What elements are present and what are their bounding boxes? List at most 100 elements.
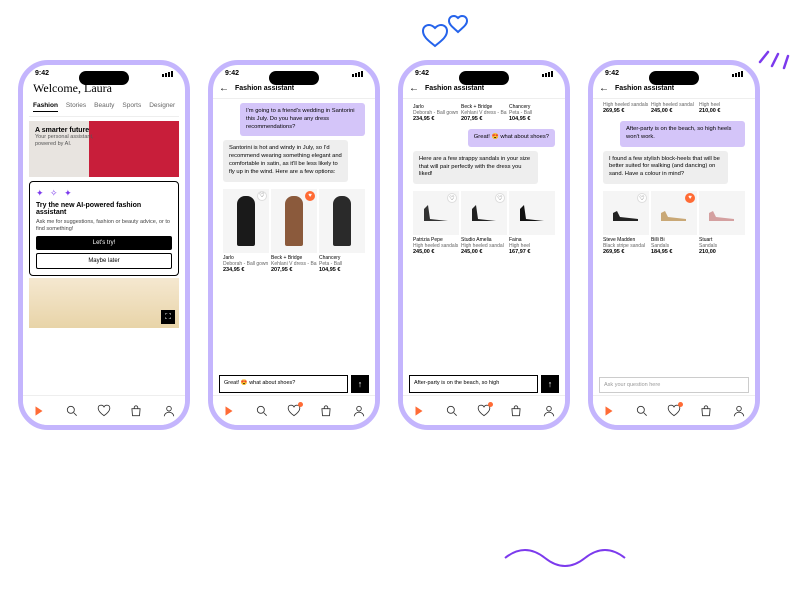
product-price: 104,95 € bbox=[319, 267, 365, 273]
phone-home: 9:42 Welcome, Laura Fashion Stories Beau… bbox=[18, 60, 190, 430]
tab-stories[interactable]: Stories bbox=[66, 102, 86, 112]
product-card[interactable]: High heeled sandal245,00 € bbox=[651, 102, 697, 114]
send-button[interactable]: ↑ bbox=[351, 375, 369, 393]
wishlist-icon[interactable] bbox=[477, 404, 491, 418]
product-image-bottles: ⛶ bbox=[29, 278, 179, 328]
favorite-icon[interactable]: ♥ bbox=[685, 193, 695, 203]
search-icon[interactable] bbox=[445, 404, 459, 418]
product-card[interactable]: ChanceryPeta - Ball104,95 € bbox=[509, 102, 555, 122]
favorite-icon[interactable]: ♥ bbox=[305, 191, 315, 201]
back-icon[interactable]: ← bbox=[219, 83, 229, 94]
bag-icon[interactable] bbox=[319, 404, 333, 418]
product-price: 245,00 € bbox=[413, 249, 459, 255]
crop-icon[interactable]: ⛶ bbox=[161, 310, 175, 324]
tab-beauty[interactable]: Beauty bbox=[94, 102, 114, 112]
product-card[interactable]: ♥Billi BiSandals184,95 € bbox=[651, 191, 697, 255]
chat-title: Fashion assistant bbox=[235, 85, 294, 92]
home-icon[interactable] bbox=[222, 404, 236, 418]
chat-title: Fashion assistant bbox=[425, 85, 484, 92]
product-card[interactable]: ♡Steve MaddenBlack stripe sandal269,95 € bbox=[603, 191, 649, 255]
product-card[interactable]: High heeled sandals269,95 € bbox=[603, 102, 649, 114]
tab-sports[interactable]: Sports bbox=[122, 102, 141, 112]
chat-input[interactable]: Great! 😍 what about shoes? bbox=[219, 375, 348, 393]
back-icon[interactable]: ← bbox=[599, 83, 609, 94]
account-icon[interactable] bbox=[542, 404, 556, 418]
search-icon[interactable] bbox=[255, 404, 269, 418]
user-message: I'm going to a friend's wedding in Santo… bbox=[240, 103, 365, 136]
maybe-later-button[interactable]: Maybe later bbox=[36, 253, 172, 269]
product-price: 207,95 € bbox=[461, 116, 507, 122]
user-message: After-party is on the beach, so high hee… bbox=[620, 121, 745, 147]
wishlist-icon[interactable] bbox=[97, 404, 111, 418]
category-tabs: Fashion Stories Beauty Sports Designer bbox=[29, 102, 179, 117]
product-card[interactable]: High heel210,00 € bbox=[699, 102, 745, 114]
product-carousel[interactable]: ♡JarloDeborah - Ball gown234,95 € ♥Beck … bbox=[223, 189, 365, 273]
bottom-nav bbox=[593, 395, 755, 425]
chat-title: Fashion assistant bbox=[615, 85, 674, 92]
notification-dot bbox=[678, 402, 683, 407]
product-carousel-top[interactable]: High heeled sandals269,95 € High heeled … bbox=[599, 102, 749, 114]
search-icon[interactable] bbox=[635, 404, 649, 418]
product-card[interactable]: ♡Patrizia PepeHigh heeled sandals245,00 … bbox=[413, 191, 459, 255]
shoe-icon bbox=[706, 203, 738, 223]
wishlist-icon[interactable] bbox=[667, 404, 681, 418]
tab-designer[interactable]: Designer bbox=[149, 102, 175, 112]
account-icon[interactable] bbox=[732, 404, 746, 418]
product-card[interactable]: ChanceryPeta - Ball104,95 € bbox=[319, 189, 365, 273]
notch bbox=[649, 71, 699, 85]
product-price: 184,95 € bbox=[651, 249, 697, 255]
home-icon[interactable] bbox=[32, 404, 46, 418]
wishlist-icon[interactable] bbox=[287, 404, 301, 418]
shoe-icon bbox=[516, 201, 548, 225]
product-card[interactable]: ♡Studio AmeliaHigh heeled sandal245,00 € bbox=[461, 191, 507, 255]
phone-chat-shoes: 9:42 ←Fashion assistant JarloDeborah - B… bbox=[398, 60, 570, 430]
product-name: Kehlani V dress - Ball bbox=[271, 261, 317, 267]
product-card[interactable]: FainaHigh heel167,97 € bbox=[509, 191, 555, 255]
assistant-message: I found a few stylish block-heels that w… bbox=[603, 151, 728, 184]
product-card[interactable]: ♡JarloDeborah - Ball gown234,95 € bbox=[223, 189, 269, 273]
product-card[interactable]: StuartSandals210,00 bbox=[699, 191, 745, 255]
product-carousel[interactable]: ♡Patrizia PepeHigh heeled sandals245,00 … bbox=[413, 191, 555, 255]
tab-fashion[interactable]: Fashion bbox=[33, 102, 58, 112]
sparkle-icon: ✦ ✧ ✦ bbox=[36, 188, 172, 199]
ai-assistant-popup: ✦ ✧ ✦ Try the new AI-powered fashion ass… bbox=[29, 181, 179, 276]
bag-icon[interactable] bbox=[699, 404, 713, 418]
notification-dot bbox=[298, 402, 303, 407]
phone-chat-dresses: 9:42 ← Fashion assistant I'm going to a … bbox=[208, 60, 380, 430]
favorite-icon[interactable]: ♡ bbox=[447, 193, 457, 203]
bottom-nav bbox=[23, 395, 185, 425]
assistant-message: Santorini is hot and windy in July, so I… bbox=[223, 140, 348, 181]
product-carousel-top[interactable]: JarloDeborah - Ball gown234,95 € Beck + … bbox=[409, 102, 559, 122]
product-carousel[interactable]: ♡Steve MaddenBlack stripe sandal269,95 €… bbox=[603, 191, 745, 255]
home-icon[interactable] bbox=[602, 404, 616, 418]
product-card[interactable]: ♥Beck + BridgeKehlani V dress - Ball207,… bbox=[271, 189, 317, 273]
favorite-icon[interactable]: ♡ bbox=[257, 191, 267, 201]
account-icon[interactable] bbox=[162, 404, 176, 418]
status-signal-icon bbox=[732, 70, 743, 77]
favorite-icon[interactable]: ♡ bbox=[495, 193, 505, 203]
lets-try-button[interactable]: Let's try! bbox=[36, 236, 172, 250]
search-icon[interactable] bbox=[65, 404, 79, 418]
home-icon[interactable] bbox=[412, 404, 426, 418]
favorite-icon[interactable]: ♡ bbox=[637, 193, 647, 203]
product-name: Deborah - Ball gown bbox=[223, 261, 269, 267]
hero-banner[interactable]: A smarter future Your personal assistant… bbox=[29, 121, 179, 177]
back-icon[interactable]: ← bbox=[409, 83, 419, 94]
product-price: 245,00 € bbox=[461, 249, 507, 255]
product-card[interactable]: Beck + BridgeKehlani V dress - Ball207,9… bbox=[461, 102, 507, 122]
bag-icon[interactable] bbox=[129, 404, 143, 418]
shoe-icon bbox=[420, 201, 452, 225]
send-button[interactable]: ↑ bbox=[541, 375, 559, 393]
chat-input-row: Ask your question here bbox=[599, 377, 749, 393]
account-icon[interactable] bbox=[352, 404, 366, 418]
chat-input[interactable]: Ask your question here bbox=[599, 377, 749, 393]
chat-input[interactable]: After-party is on the beach, so high bbox=[409, 375, 538, 393]
shoe-icon bbox=[468, 201, 500, 225]
bag-icon[interactable] bbox=[509, 404, 523, 418]
phone-chat-block-heels: 9:42 ←Fashion assistant High heeled sand… bbox=[588, 60, 760, 430]
status-signal-icon bbox=[162, 70, 173, 77]
chat-input-row: After-party is on the beach, so high ↑ bbox=[409, 375, 559, 393]
notch bbox=[459, 71, 509, 85]
product-card[interactable]: JarloDeborah - Ball gown234,95 € bbox=[413, 102, 459, 122]
notch bbox=[79, 71, 129, 85]
